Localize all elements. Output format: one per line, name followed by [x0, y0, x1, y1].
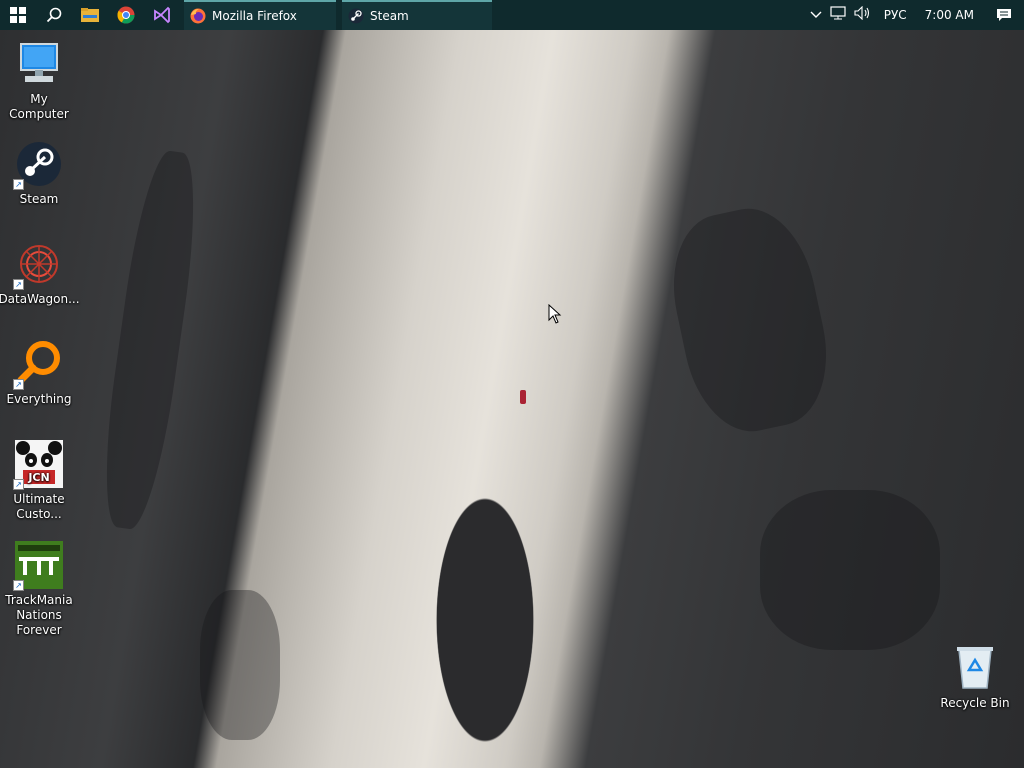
- taskbar-task-firefox[interactable]: Mozilla Firefox: [184, 0, 336, 30]
- datawagon-icon: ↗: [13, 240, 63, 290]
- search-magnifier-icon: ↗: [13, 340, 63, 390]
- svg-text:JCN: JCN: [27, 471, 49, 484]
- start-button[interactable]: [0, 0, 36, 30]
- desktop-wallpaper: [0, 30, 1024, 768]
- desktop-icon-label: DataWagon...: [0, 292, 80, 306]
- desktop-icon-everything[interactable]: ↗ Everything: [1, 340, 77, 407]
- desktop-icon-label: Ultimate Custo...: [13, 492, 65, 521]
- desktop-icon-label: TrackMania Nations Forever: [5, 593, 73, 637]
- chrome-button[interactable]: [108, 0, 144, 30]
- recycle-bin-icon: [951, 644, 999, 692]
- climber-figure: [520, 390, 526, 404]
- desktop-icon-steam[interactable]: ↗ Steam: [1, 140, 77, 207]
- steam-icon: [348, 8, 364, 24]
- shortcut-arrow-icon: ↗: [13, 279, 24, 290]
- file-explorer-button[interactable]: [72, 0, 108, 30]
- volume-icon[interactable]: [850, 5, 876, 24]
- file-explorer-icon: [81, 8, 99, 22]
- computer-icon: [15, 40, 63, 88]
- system-tray: РУС 7:00 AM: [806, 0, 1024, 30]
- taskbar: Mozilla Firefox Steam РУС 7:00 AM: [0, 0, 1024, 30]
- jcn-panda-icon: JCN ↗: [13, 440, 63, 490]
- desktop-icon-label: My Computer: [9, 92, 69, 121]
- desktop-icon-ultimate-custom[interactable]: JCN ↗ Ultimate Custo...: [1, 440, 77, 522]
- taskbar-task-steam[interactable]: Steam: [342, 0, 492, 30]
- shortcut-arrow-icon: ↗: [13, 479, 24, 490]
- search-button[interactable]: [36, 0, 72, 30]
- visual-studio-button[interactable]: [144, 0, 180, 30]
- visual-studio-icon: [154, 6, 170, 24]
- desktop-icon-datawagon[interactable]: ↗ DataWagon...: [0, 240, 80, 307]
- desktop-icon-label: Recycle Bin: [940, 696, 1010, 710]
- shortcut-arrow-icon: ↗: [13, 580, 24, 591]
- desktop-icon-label: Everything: [6, 392, 72, 406]
- input-language-indicator[interactable]: РУС: [876, 8, 915, 22]
- notification-icon: [997, 9, 1011, 21]
- chrome-icon: [117, 6, 135, 24]
- taskbar-task-label: Mozilla Firefox: [212, 9, 297, 23]
- clock[interactable]: 7:00 AM: [915, 8, 984, 22]
- desktop-icon-trackmania[interactable]: ↗ TrackMania Nations Forever: [1, 541, 77, 638]
- windows-logo-icon: [10, 7, 26, 23]
- search-icon: [46, 7, 62, 23]
- desktop-icon-my-computer[interactable]: My Computer: [1, 40, 77, 122]
- trackmania-icon: ↗: [13, 541, 63, 591]
- desktop-icon-recycle-bin[interactable]: Recycle Bin: [937, 644, 1013, 711]
- taskbar-task-label: Steam: [370, 9, 409, 23]
- action-center-button[interactable]: [984, 8, 1024, 22]
- network-icon[interactable]: [826, 6, 850, 24]
- shortcut-arrow-icon: ↗: [13, 179, 24, 190]
- shortcut-arrow-icon: ↗: [13, 379, 24, 390]
- firefox-icon: [190, 8, 206, 24]
- chevron-up-icon[interactable]: [806, 8, 826, 23]
- steam-icon: ↗: [13, 140, 63, 190]
- desktop-icon-label: Steam: [19, 192, 59, 206]
